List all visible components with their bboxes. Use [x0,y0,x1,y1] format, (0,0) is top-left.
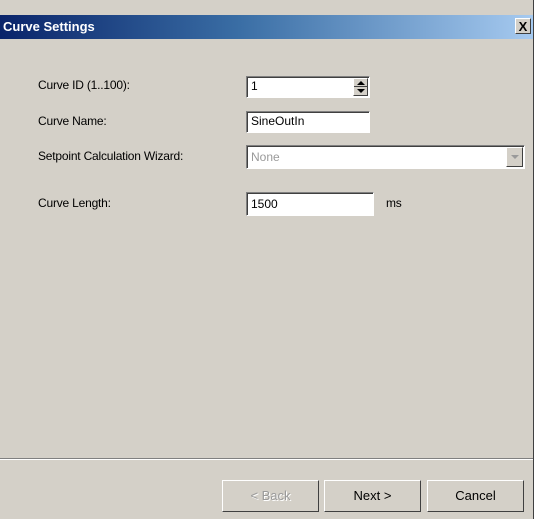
curve-length-label: Curve Length: [38,196,111,210]
curve-name-input[interactable]: SineOutIn [246,111,370,133]
setpoint-wizard-label: Setpoint Calculation Wizard: [38,149,184,163]
curve-name-label: Curve Name: [38,114,107,128]
spin-buttons[interactable] [353,78,368,96]
title-bar: Curve Settings X [0,15,533,39]
close-button[interactable]: X [515,18,531,34]
next-button[interactable]: Next > [324,480,421,512]
curve-settings-dialog: Curve Settings X Curve ID (1..100): 1 Cu… [0,0,534,519]
close-icon: X [518,19,528,34]
curve-length-unit: ms [386,196,402,210]
curve-length-input[interactable]: 1500 [246,192,374,216]
curve-name-value: SineOutIn [251,114,305,128]
chevron-down-icon [511,155,519,159]
cancel-button[interactable]: Cancel [427,480,524,512]
setpoint-wizard-value: None [251,150,280,164]
curve-id-spinner[interactable]: 1 [246,76,370,98]
dialog-title: Curve Settings [3,19,95,34]
spin-down-icon[interactable] [357,89,365,93]
spin-up-icon[interactable] [357,81,365,85]
curve-length-value: 1500 [251,197,278,211]
dropdown-arrow[interactable] [506,147,523,167]
curve-id-label: Curve ID (1..100): [38,78,130,92]
back-button[interactable]: < Back [222,480,319,512]
setpoint-wizard-dropdown[interactable]: None [246,145,525,169]
curve-id-value: 1 [251,79,258,93]
